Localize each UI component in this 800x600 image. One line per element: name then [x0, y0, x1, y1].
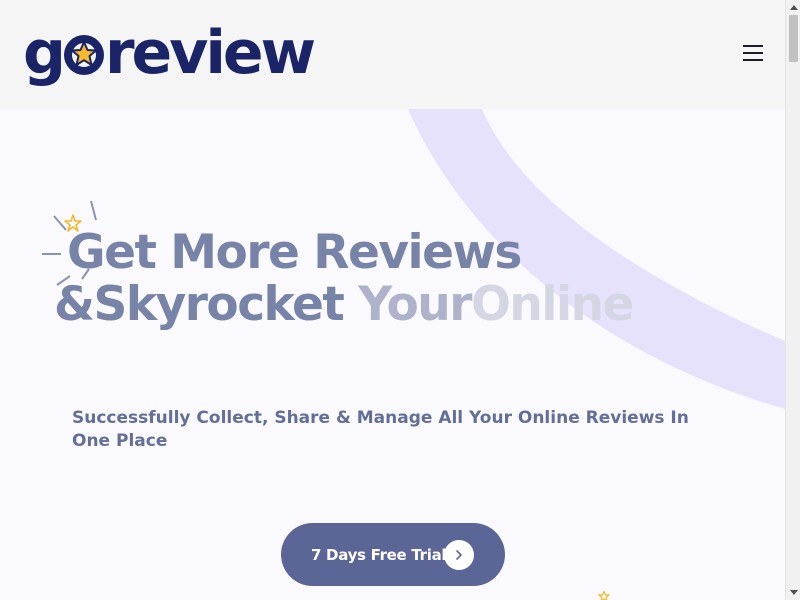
headline-part-skyrocket: &Skyrocket: [54, 277, 345, 332]
goreview-logo[interactable]: g review: [23, 18, 316, 88]
scroll-up-arrow-icon[interactable]: [786, 0, 800, 15]
scroll-down-arrow-icon[interactable]: [786, 585, 800, 600]
star-icon: [63, 35, 104, 75]
free-trial-label: 7 Days Free Trial: [311, 545, 447, 564]
hero-section: Get More Reviews &Skyrocket YourOnline S…: [0, 109, 785, 600]
scrollbar-thumb[interactable]: [789, 15, 798, 62]
site-header: g review: [0, 0, 785, 109]
headline-part-your: Your: [358, 277, 472, 332]
headline-part-online: Online: [470, 277, 634, 332]
headline-line-1: Get More Reviews: [67, 225, 522, 280]
logo-prefix: g: [23, 18, 66, 88]
free-trial-button[interactable]: 7 Days Free Trial: [281, 523, 505, 586]
logo-suffix: review: [104, 18, 316, 88]
vertical-scrollbar[interactable]: [785, 0, 800, 600]
hero-subtitle: Successfully Collect, Share & Manage All…: [72, 408, 689, 451]
hamburger-menu-button[interactable]: [743, 45, 767, 65]
sparkle-icon: [598, 591, 610, 600]
chevron-right-icon: [444, 540, 474, 570]
hero-headline: Get More Reviews &Skyrocket YourOnline: [54, 225, 634, 331]
hamburger-icon: [743, 45, 763, 47]
headline-line-2: &Skyrocket YourOnline: [54, 277, 634, 332]
